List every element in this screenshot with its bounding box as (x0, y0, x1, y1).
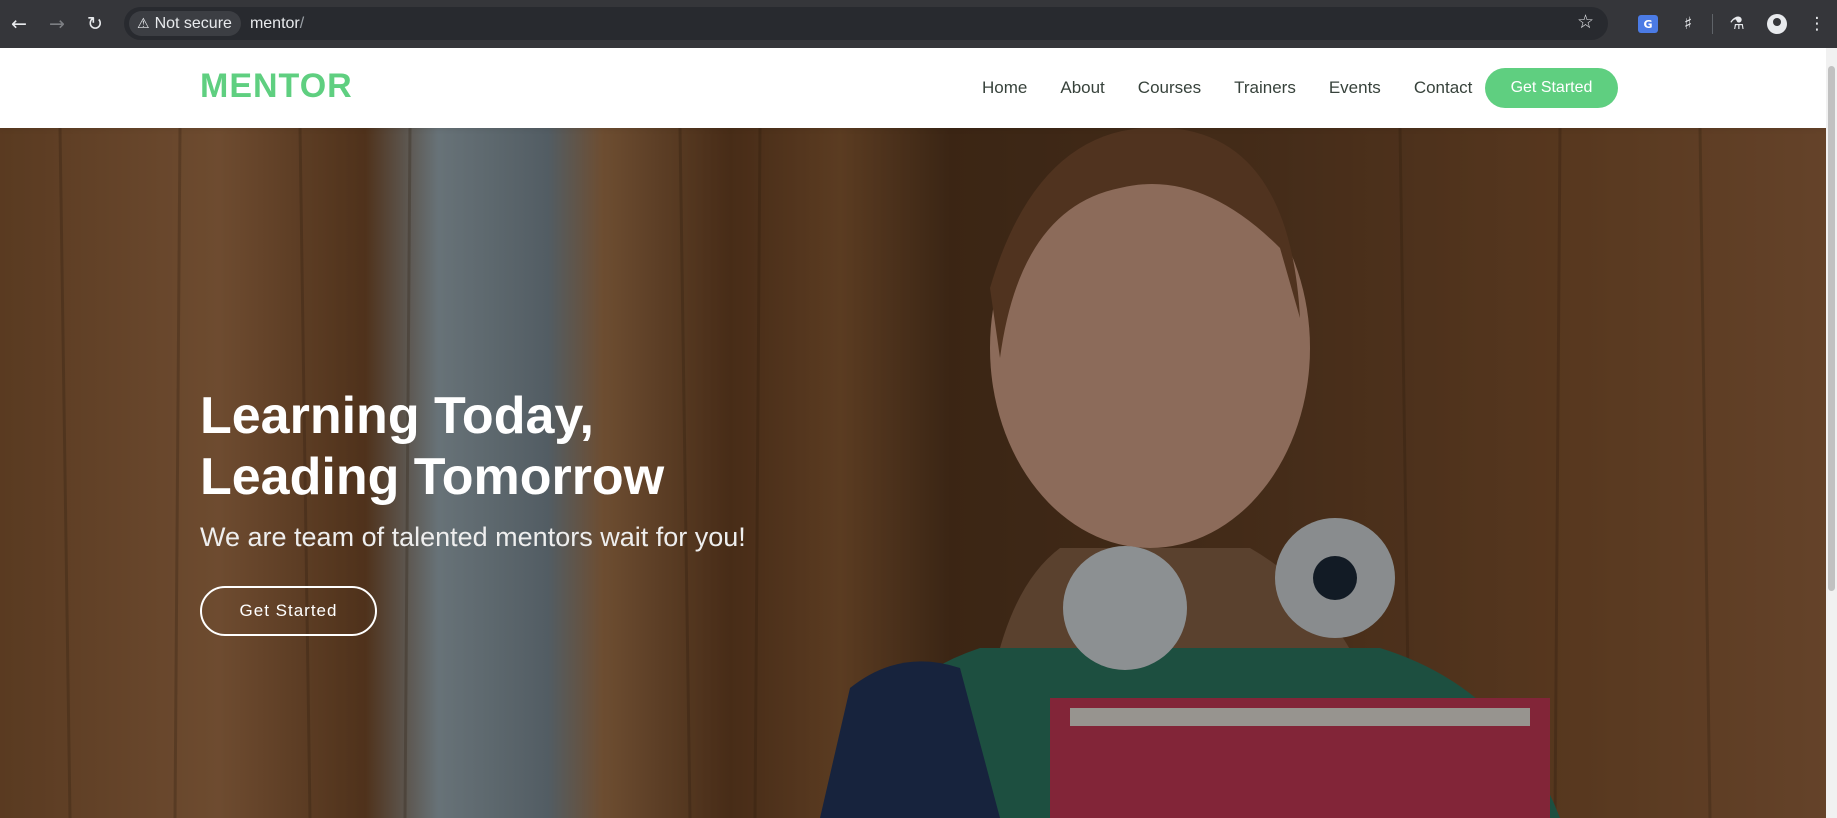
page-scrollbar[interactable] (1826, 48, 1837, 818)
toolbar-divider (1712, 14, 1713, 34)
warning-icon: ⚠ (137, 15, 150, 32)
extension-area: G ♯ ⚗ ⋮ (1628, 0, 1837, 48)
hero-title: Learning Today, Leading Tomorrow (200, 386, 760, 508)
hero-get-started-button[interactable]: Get Started (200, 586, 377, 636)
extensions-icon[interactable]: ♯ (1668, 4, 1708, 44)
browser-toolbar: ← → ↻ ⚠ Not secure mentor/ ☆ G ♯ ⚗ ⋮ (0, 0, 1837, 48)
security-label: Not secure (154, 14, 232, 32)
hero-content: Learning Today, Leading Tomorrow We are … (200, 386, 760, 636)
address-bar[interactable]: ⚠ Not secure mentor/ ☆ (124, 7, 1608, 40)
translate-icon[interactable]: G (1628, 4, 1668, 44)
hero-title-line2: Leading Tomorrow (200, 448, 665, 506)
get-started-button[interactable]: Get Started (1485, 68, 1618, 108)
back-icon[interactable]: ← (0, 4, 38, 44)
avatar (1767, 14, 1787, 34)
scrollbar-thumb[interactable] (1828, 66, 1835, 591)
hero-section: Learning Today, Leading Tomorrow We are … (0, 128, 1826, 818)
translate-badge: G (1638, 15, 1658, 33)
labs-icon[interactable]: ⚗ (1717, 4, 1757, 44)
url-text[interactable]: mentor/ (250, 15, 304, 33)
nav-home[interactable]: Home (982, 78, 1027, 98)
menu-icon[interactable]: ⋮ (1797, 4, 1837, 44)
nav-events[interactable]: Events (1329, 78, 1381, 98)
page-viewport: MENTOR Home About Courses Trainers Event… (0, 48, 1826, 818)
url-host: mentor (249, 14, 300, 32)
nav-trainers[interactable]: Trainers (1234, 78, 1296, 98)
main-nav: Home About Courses Trainers Events Conta… (982, 48, 1472, 128)
reload-icon[interactable]: ↻ (76, 4, 114, 44)
nav-courses[interactable]: Courses (1138, 78, 1201, 98)
security-indicator[interactable]: ⚠ Not secure (129, 11, 241, 36)
star-icon[interactable]: ☆ (1577, 11, 1594, 33)
site-logo[interactable]: MENTOR (200, 67, 353, 106)
url-path: / (299, 14, 305, 32)
nav-contact[interactable]: Contact (1414, 78, 1473, 98)
forward-icon[interactable]: → (38, 4, 76, 44)
hero-subtitle: We are team of talented mentors wait for… (200, 522, 746, 552)
profile-icon[interactable] (1757, 4, 1797, 44)
site-header: MENTOR Home About Courses Trainers Event… (0, 48, 1826, 128)
nav-about[interactable]: About (1060, 78, 1104, 98)
hero-title-line1: Learning Today, (200, 387, 594, 445)
